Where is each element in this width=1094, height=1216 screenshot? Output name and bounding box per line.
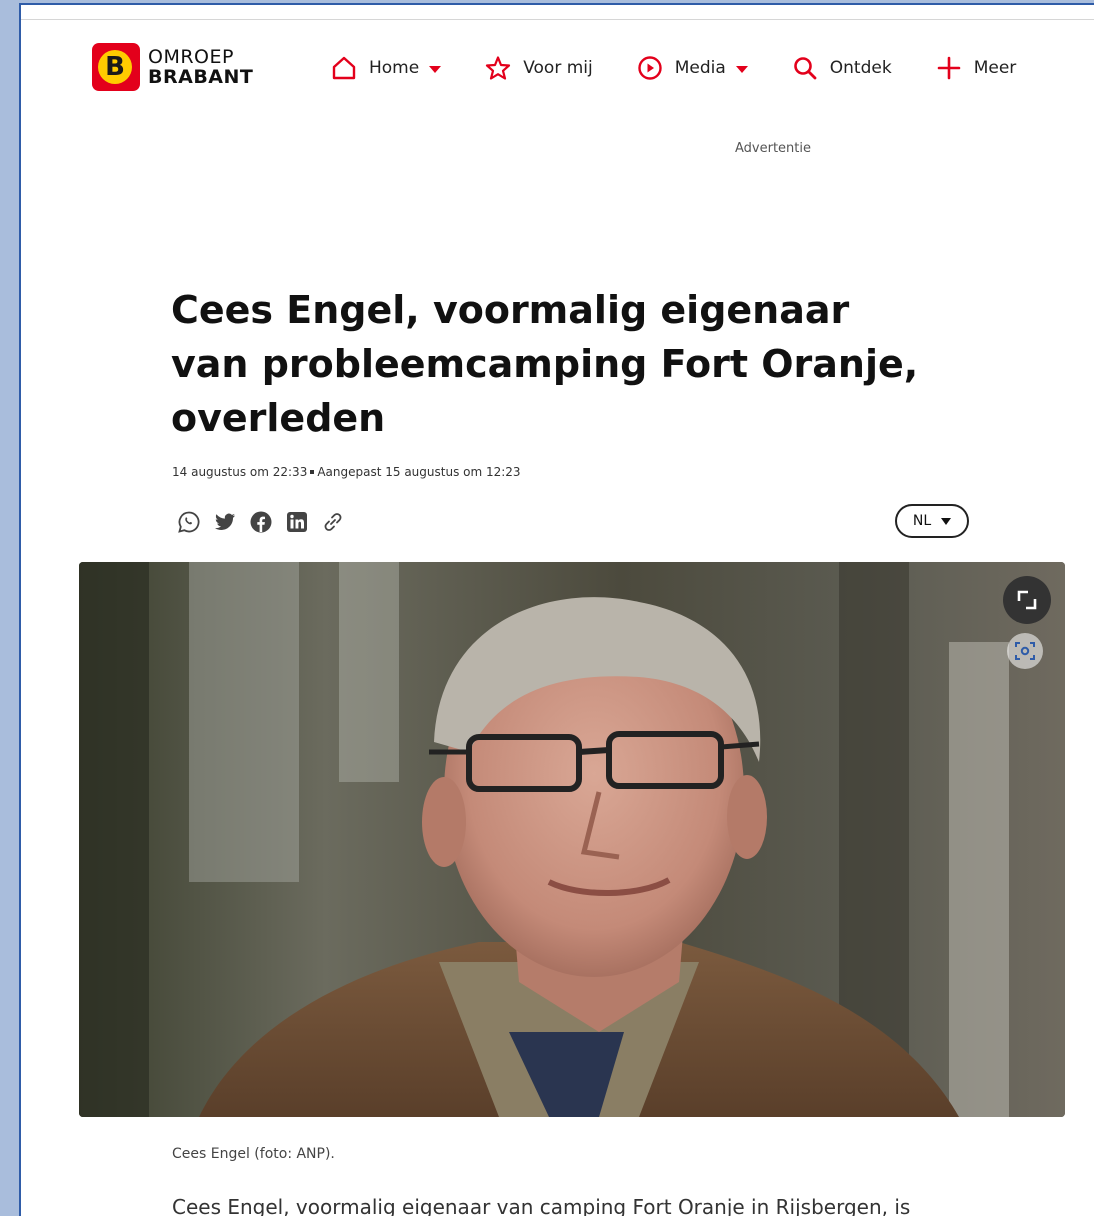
share-bar xyxy=(177,510,357,534)
article-meta: 14 augustus om 22:33 Aangepast 15 augustu… xyxy=(172,465,521,479)
nav-item-meer[interactable]: Meer xyxy=(936,55,1017,81)
search-icon xyxy=(793,57,817,80)
portrait-image xyxy=(79,562,1065,1117)
star-icon xyxy=(486,56,511,80)
expand-icon xyxy=(1017,590,1037,610)
lens-icon xyxy=(1015,642,1035,660)
nav-ontdek-label: Ontdek xyxy=(829,58,892,78)
meta-separator xyxy=(310,469,315,474)
nav-item-home[interactable]: Home xyxy=(331,55,442,81)
advertisement-label: Advertentie xyxy=(735,141,811,156)
chevron-down-icon xyxy=(941,517,952,525)
nav-item-ontdek[interactable]: Ontdek xyxy=(792,55,892,81)
whatsapp-icon[interactable] xyxy=(177,510,201,534)
window-top-bar xyxy=(21,5,1094,20)
published-date: 14 augustus om 22:33 xyxy=(172,465,308,479)
logo-line-1: OMROEP xyxy=(148,46,234,68)
expand-image-button[interactable] xyxy=(1003,576,1051,624)
plus-icon xyxy=(937,56,961,80)
article-body-first-line: Cees Engel, voormalig eigenaar van campi… xyxy=(172,1195,911,1216)
logo-badge: B xyxy=(92,43,140,91)
nav-item-media[interactable]: Media xyxy=(637,55,748,81)
site-logo[interactable]: B OMROEP BRABANT xyxy=(92,43,253,91)
photo-caption: Cees Engel (foto: ANP). xyxy=(172,1146,335,1162)
logo-line-2: BRABANT xyxy=(148,66,254,88)
chevron-down-icon xyxy=(735,65,748,73)
play-circle-icon xyxy=(638,56,662,80)
twitter-icon[interactable] xyxy=(213,510,237,534)
logo-wordmark: OMROEP BRABANT xyxy=(148,47,253,87)
linkedin-icon[interactable] xyxy=(285,510,309,534)
main-nav: Home Voor mij Media Ontdek Meer xyxy=(331,55,1016,81)
chevron-down-icon xyxy=(429,65,442,73)
article-title: Cees Engel, voormalig eigenaar van probl… xyxy=(171,288,919,440)
home-icon xyxy=(332,56,356,80)
nav-voor-mij-label: Voor mij xyxy=(523,58,593,78)
nav-home-label: Home xyxy=(369,58,420,78)
nav-media-label: Media xyxy=(674,58,726,78)
logo-letter: B xyxy=(98,50,132,84)
updated-date: Aangepast 15 augustus om 12:23 xyxy=(317,465,521,479)
link-icon[interactable] xyxy=(321,510,345,534)
browser-window: B OMROEP BRABANT Home Voor mij Media Ont… xyxy=(19,3,1094,1216)
facebook-icon[interactable] xyxy=(249,510,273,534)
article-photo[interactable] xyxy=(79,562,1065,1117)
language-value: NL xyxy=(912,513,932,529)
visual-search-button[interactable] xyxy=(1007,633,1043,669)
nav-item-voor-mij[interactable]: Voor mij xyxy=(485,55,593,81)
nav-meer-label: Meer xyxy=(973,58,1017,78)
language-select[interactable]: NL xyxy=(895,504,969,538)
